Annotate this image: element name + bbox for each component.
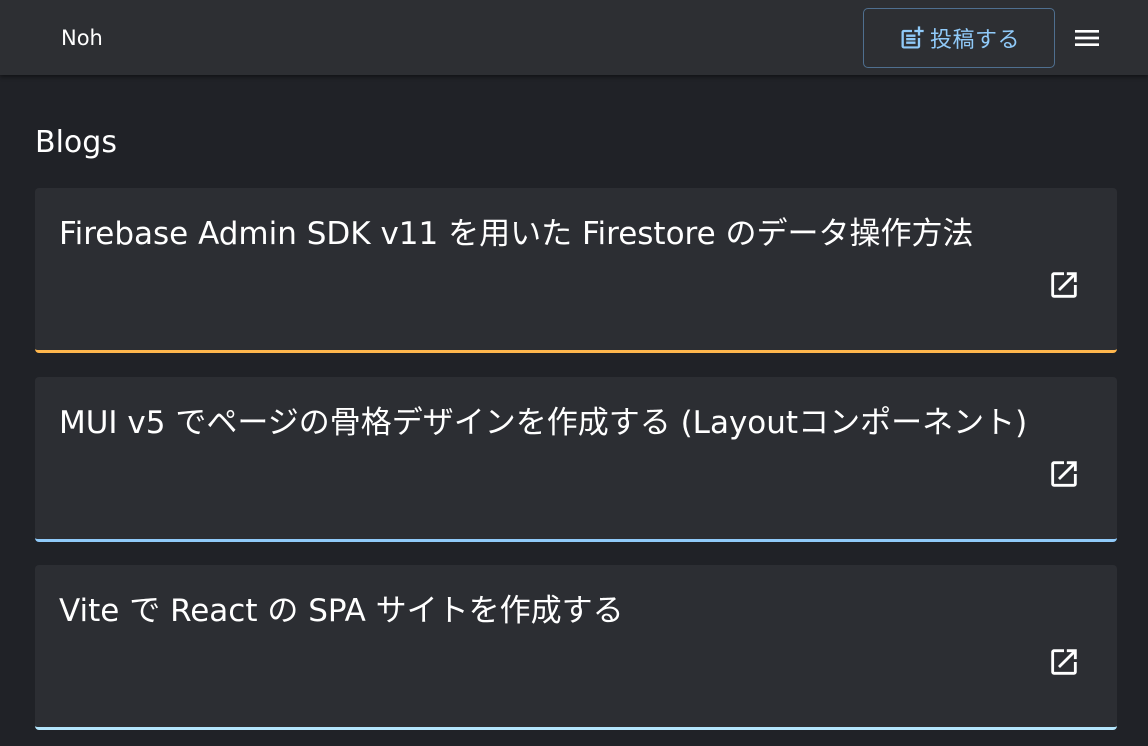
post-add-icon	[898, 24, 926, 52]
blog-card[interactable]: MUI v5 でページの骨格デザインを作成する (Layoutコンポーネント)	[35, 377, 1117, 542]
blog-card-title: MUI v5 でページの骨格デザインを作成する (Layoutコンポーネント)	[59, 405, 1028, 441]
blog-card[interactable]: Vite で React の SPA サイトを作成する	[35, 565, 1117, 730]
app-bar: Noh 投稿する	[0, 0, 1148, 75]
blog-card[interactable]: Firebase Admin SDK v11 を用いた Firestore のデ…	[35, 188, 1117, 353]
post-button-label: 投稿する	[929, 28, 1020, 53]
hamburger-menu-icon	[1075, 30, 1099, 46]
post-button[interactable]: 投稿する	[863, 8, 1055, 68]
blog-card-title: Vite で React の SPA サイトを作成する	[59, 593, 624, 629]
open-in-new-icon[interactable]	[1047, 457, 1081, 491]
blog-card-title: Firebase Admin SDK v11 を用いた Firestore のデ…	[59, 216, 974, 252]
brand-link[interactable]: Noh	[61, 25, 103, 51]
open-in-new-icon[interactable]	[1047, 645, 1081, 679]
section-title: Blogs	[35, 125, 117, 160]
menu-button[interactable]	[1068, 22, 1106, 54]
open-in-new-icon[interactable]	[1047, 268, 1081, 302]
